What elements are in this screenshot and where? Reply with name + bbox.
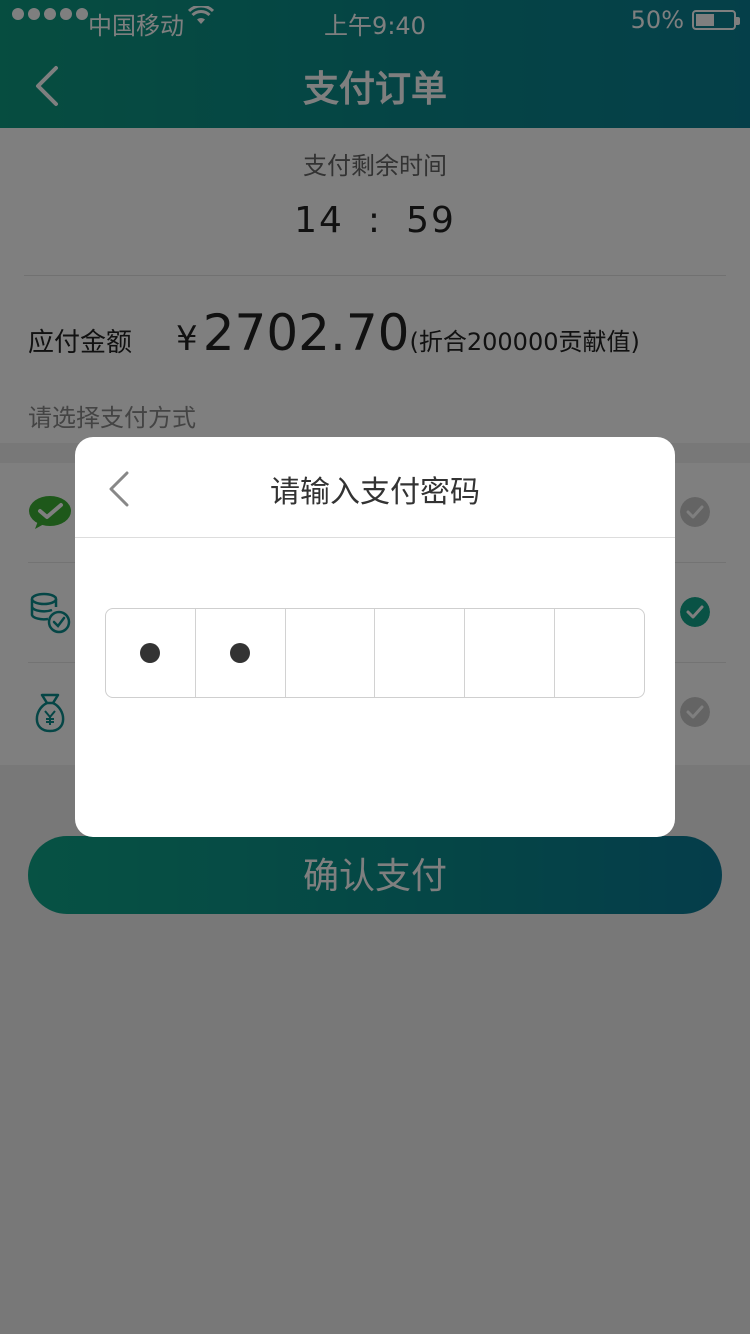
password-dialog: 请输入支付密码 xyxy=(75,437,675,837)
dialog-divider xyxy=(75,537,675,538)
password-dot xyxy=(230,643,251,663)
password-digit-cell xyxy=(375,609,466,697)
password-digit-cell xyxy=(465,609,556,697)
password-digit-cell xyxy=(555,609,644,697)
password-digit-cell xyxy=(106,609,196,697)
password-digit-cell xyxy=(196,609,286,697)
password-dot xyxy=(140,643,161,663)
password-digit-cell xyxy=(286,609,376,697)
dialog-title: 请输入支付密码 xyxy=(270,475,480,510)
password-input[interactable] xyxy=(105,608,645,698)
